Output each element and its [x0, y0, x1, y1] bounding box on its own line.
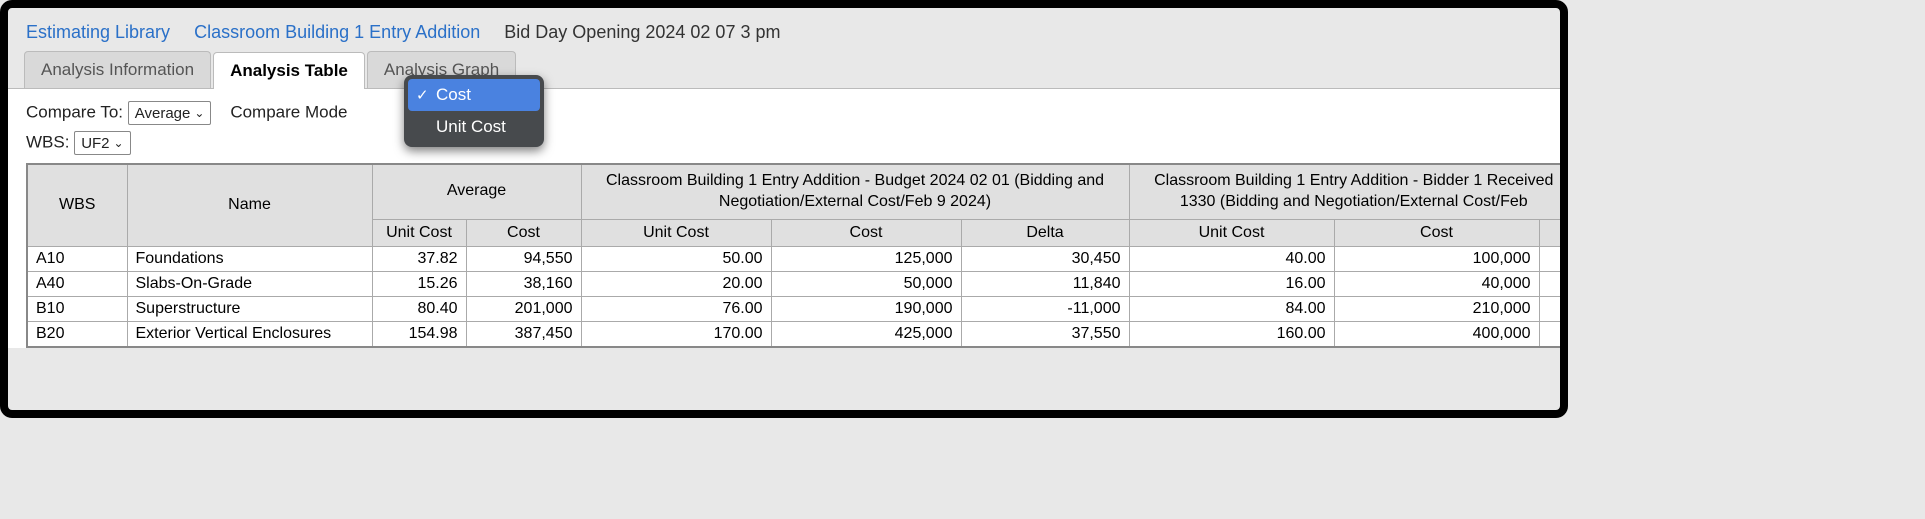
col-header-b2-delta[interactable]	[1539, 219, 1560, 246]
col-header-b2-unitcost[interactable]: Unit Cost	[1129, 219, 1334, 246]
cell-wbs: B10	[27, 296, 127, 321]
cell-value: 154.98	[372, 321, 466, 347]
cell-wbs: B20	[27, 321, 127, 347]
wbs-value: UF2	[81, 135, 109, 152]
cell-value: 125,000	[771, 246, 961, 271]
wbs-select[interactable]: UF2 ⌄	[74, 131, 130, 155]
dropdown-item-unit-cost[interactable]: Unit Cost	[408, 111, 540, 143]
chevron-down-icon: ⌄	[114, 136, 124, 150]
compare-to-value: Average	[135, 105, 191, 122]
col-group-average[interactable]: Average	[372, 164, 581, 219]
cell-value: 201,000	[466, 296, 581, 321]
chevron-down-icon: ⌄	[194, 106, 204, 120]
table-container: WBS Name Average Classroom Building 1 En…	[8, 163, 1560, 348]
wbs-label: WBS:	[26, 132, 69, 151]
cell-wbs: A10	[27, 246, 127, 271]
cell-value: 100,000	[1334, 246, 1539, 271]
cell-value	[1539, 296, 1560, 321]
cell-value: 20.00	[581, 271, 771, 296]
cell-name: Exterior Vertical Enclosures	[127, 321, 372, 347]
cell-value: 11,840	[961, 271, 1129, 296]
col-header-b1-cost[interactable]: Cost	[771, 219, 961, 246]
cell-value: 425,000	[771, 321, 961, 347]
compare-mode-label: Compare Mode	[230, 102, 347, 121]
cell-value: 30,450	[961, 246, 1129, 271]
dropdown-item-label: Unit Cost	[436, 117, 506, 137]
table-row[interactable]: A10 Foundations 37.82 94,550 50.00 125,0…	[27, 246, 1560, 271]
cell-value: 38,160	[466, 271, 581, 296]
table-row[interactable]: A40 Slabs-On-Grade 15.26 38,160 20.00 50…	[27, 271, 1560, 296]
cell-name: Foundations	[127, 246, 372, 271]
cell-value: 170.00	[581, 321, 771, 347]
col-header-avg-cost[interactable]: Cost	[466, 219, 581, 246]
col-header-b2-cost[interactable]: Cost	[1334, 219, 1539, 246]
cell-name: Superstructure	[127, 296, 372, 321]
controls-bar: Compare To: Average ⌄ Compare Mode WBS: …	[8, 89, 1560, 163]
dropdown-item-label: Cost	[436, 85, 471, 105]
cell-value: 160.00	[1129, 321, 1334, 347]
col-group-budget[interactable]: Classroom Building 1 Entry Addition - Bu…	[581, 164, 1129, 219]
cell-value	[1539, 321, 1560, 347]
cell-value: 400,000	[1334, 321, 1539, 347]
cell-value: 50.00	[581, 246, 771, 271]
cell-value	[1539, 246, 1560, 271]
cell-value: 16.00	[1129, 271, 1334, 296]
breadcrumb-current: Bid Day Opening 2024 02 07 3 pm	[504, 22, 780, 42]
dropdown-item-cost[interactable]: ✓ Cost	[408, 79, 540, 111]
cell-value: 40,000	[1334, 271, 1539, 296]
cell-value: 190,000	[771, 296, 961, 321]
app-frame: Estimating Library Classroom Building 1 …	[0, 0, 1568, 418]
cell-value	[1539, 271, 1560, 296]
cell-value: -11,000	[961, 296, 1129, 321]
cell-value: 50,000	[771, 271, 961, 296]
cell-value: 94,550	[466, 246, 581, 271]
cell-value: 37,550	[961, 321, 1129, 347]
col-header-name[interactable]: Name	[127, 164, 372, 246]
breadcrumb: Estimating Library Classroom Building 1 …	[8, 8, 1560, 51]
breadcrumb-project-link[interactable]: Classroom Building 1 Entry Addition	[194, 22, 480, 42]
col-header-avg-unitcost[interactable]: Unit Cost	[372, 219, 466, 246]
compare-to-select[interactable]: Average ⌄	[128, 101, 212, 125]
table-row[interactable]: B10 Superstructure 80.40 201,000 76.00 1…	[27, 296, 1560, 321]
cell-value: 37.82	[372, 246, 466, 271]
tab-analysis-table[interactable]: Analysis Table	[213, 52, 365, 89]
cell-value: 15.26	[372, 271, 466, 296]
tab-bar: Analysis Information Analysis Table Anal…	[8, 51, 1560, 89]
table-row[interactable]: B20 Exterior Vertical Enclosures 154.98 …	[27, 321, 1560, 347]
table-body: A10 Foundations 37.82 94,550 50.00 125,0…	[27, 246, 1560, 347]
cell-value: 210,000	[1334, 296, 1539, 321]
cell-value: 80.40	[372, 296, 466, 321]
tab-analysis-information[interactable]: Analysis Information	[24, 51, 211, 88]
breadcrumb-library-link[interactable]: Estimating Library	[26, 22, 170, 42]
compare-mode-dropdown: ✓ Cost Unit Cost	[404, 75, 544, 147]
cell-value: 84.00	[1129, 296, 1334, 321]
table-header: WBS Name Average Classroom Building 1 En…	[27, 164, 1560, 246]
analysis-table: WBS Name Average Classroom Building 1 En…	[26, 163, 1560, 348]
cell-value: 387,450	[466, 321, 581, 347]
col-header-b1-delta[interactable]: Delta	[961, 219, 1129, 246]
col-group-bidder1[interactable]: Classroom Building 1 Entry Addition - Bi…	[1129, 164, 1560, 219]
col-header-b1-unitcost[interactable]: Unit Cost	[581, 219, 771, 246]
check-icon: ✓	[416, 86, 436, 104]
cell-value: 76.00	[581, 296, 771, 321]
compare-to-label: Compare To:	[26, 102, 123, 121]
cell-wbs: A40	[27, 271, 127, 296]
col-header-wbs[interactable]: WBS	[27, 164, 127, 246]
cell-name: Slabs-On-Grade	[127, 271, 372, 296]
cell-value: 40.00	[1129, 246, 1334, 271]
